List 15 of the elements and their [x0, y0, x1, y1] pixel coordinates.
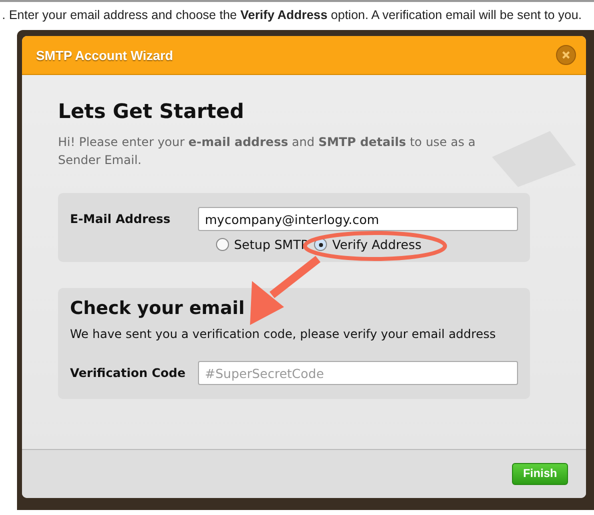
dialog-title: SMTP Account Wizard	[36, 48, 174, 62]
intro-text: Hi! Please enter your e-mail address and SMTP details to use as a Sender Email.	[58, 134, 477, 169]
section-heading: Check your email	[70, 298, 246, 319]
field-label: E-Mail Address	[70, 212, 172, 226]
radio-label: Verify Address	[332, 237, 422, 252]
info-text: We have sent you a verification code, please verify your email address	[70, 327, 497, 341]
field-label: Verification Code	[70, 366, 186, 380]
close-icon	[562, 51, 570, 59]
section-heading: Lets Get Started	[58, 99, 246, 123]
radio-option[interactable]: Verify Address	[314, 237, 422, 252]
email-field[interactable]: mycompany@interlogy.com	[198, 207, 518, 231]
pointer-arrow	[250, 256, 320, 325]
close-button[interactable]	[556, 45, 576, 65]
verification-code-field[interactable]: #SuperSecretCode	[198, 361, 518, 385]
instruction-text: . Enter your email address and choose the Verify Address option. A verification email will be sent to you.	[1, 7, 583, 24]
